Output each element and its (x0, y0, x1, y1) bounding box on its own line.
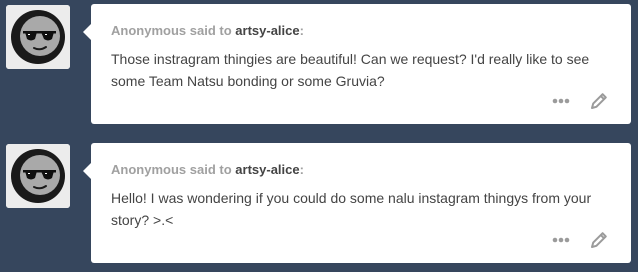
ask-card: Anonymous said to artsy-alice: Those ins… (83, 4, 631, 124)
asker-name: Anonymous (111, 23, 187, 38)
pencil-icon (591, 93, 607, 109)
post-tools (549, 90, 611, 112)
edit-button[interactable] (587, 90, 611, 112)
ask-header: Anonymous said to artsy-alice: (111, 23, 304, 38)
header-colon: : (299, 162, 304, 177)
pencil-icon (591, 232, 607, 248)
question-text: Those instragram thingies are beautiful!… (111, 51, 590, 89)
asker-name: Anonymous (111, 162, 187, 177)
ask-header: Anonymous said to artsy-alice: (111, 162, 304, 177)
more-options-button[interactable] (549, 229, 573, 251)
avatar[interactable] (6, 144, 70, 208)
edit-button[interactable] (587, 229, 611, 251)
anonymous-avatar-icon (6, 5, 70, 69)
blog-name-link[interactable]: artsy-alice (235, 162, 299, 177)
question-text: Hello! I was wondering if you could do s… (111, 190, 592, 228)
avatar[interactable] (6, 5, 70, 69)
anonymous-avatar-icon (6, 144, 70, 208)
blog-name-link[interactable]: artsy-alice (235, 23, 299, 38)
said-to-text: said to (189, 23, 232, 38)
header-colon: : (299, 23, 304, 38)
ask-card: Anonymous said to artsy-alice: Hello! I … (83, 143, 631, 263)
ellipsis-icon (552, 237, 570, 243)
ellipsis-icon (552, 98, 570, 104)
more-options-button[interactable] (549, 90, 573, 112)
post-tools (549, 229, 611, 251)
said-to-text: said to (189, 162, 232, 177)
